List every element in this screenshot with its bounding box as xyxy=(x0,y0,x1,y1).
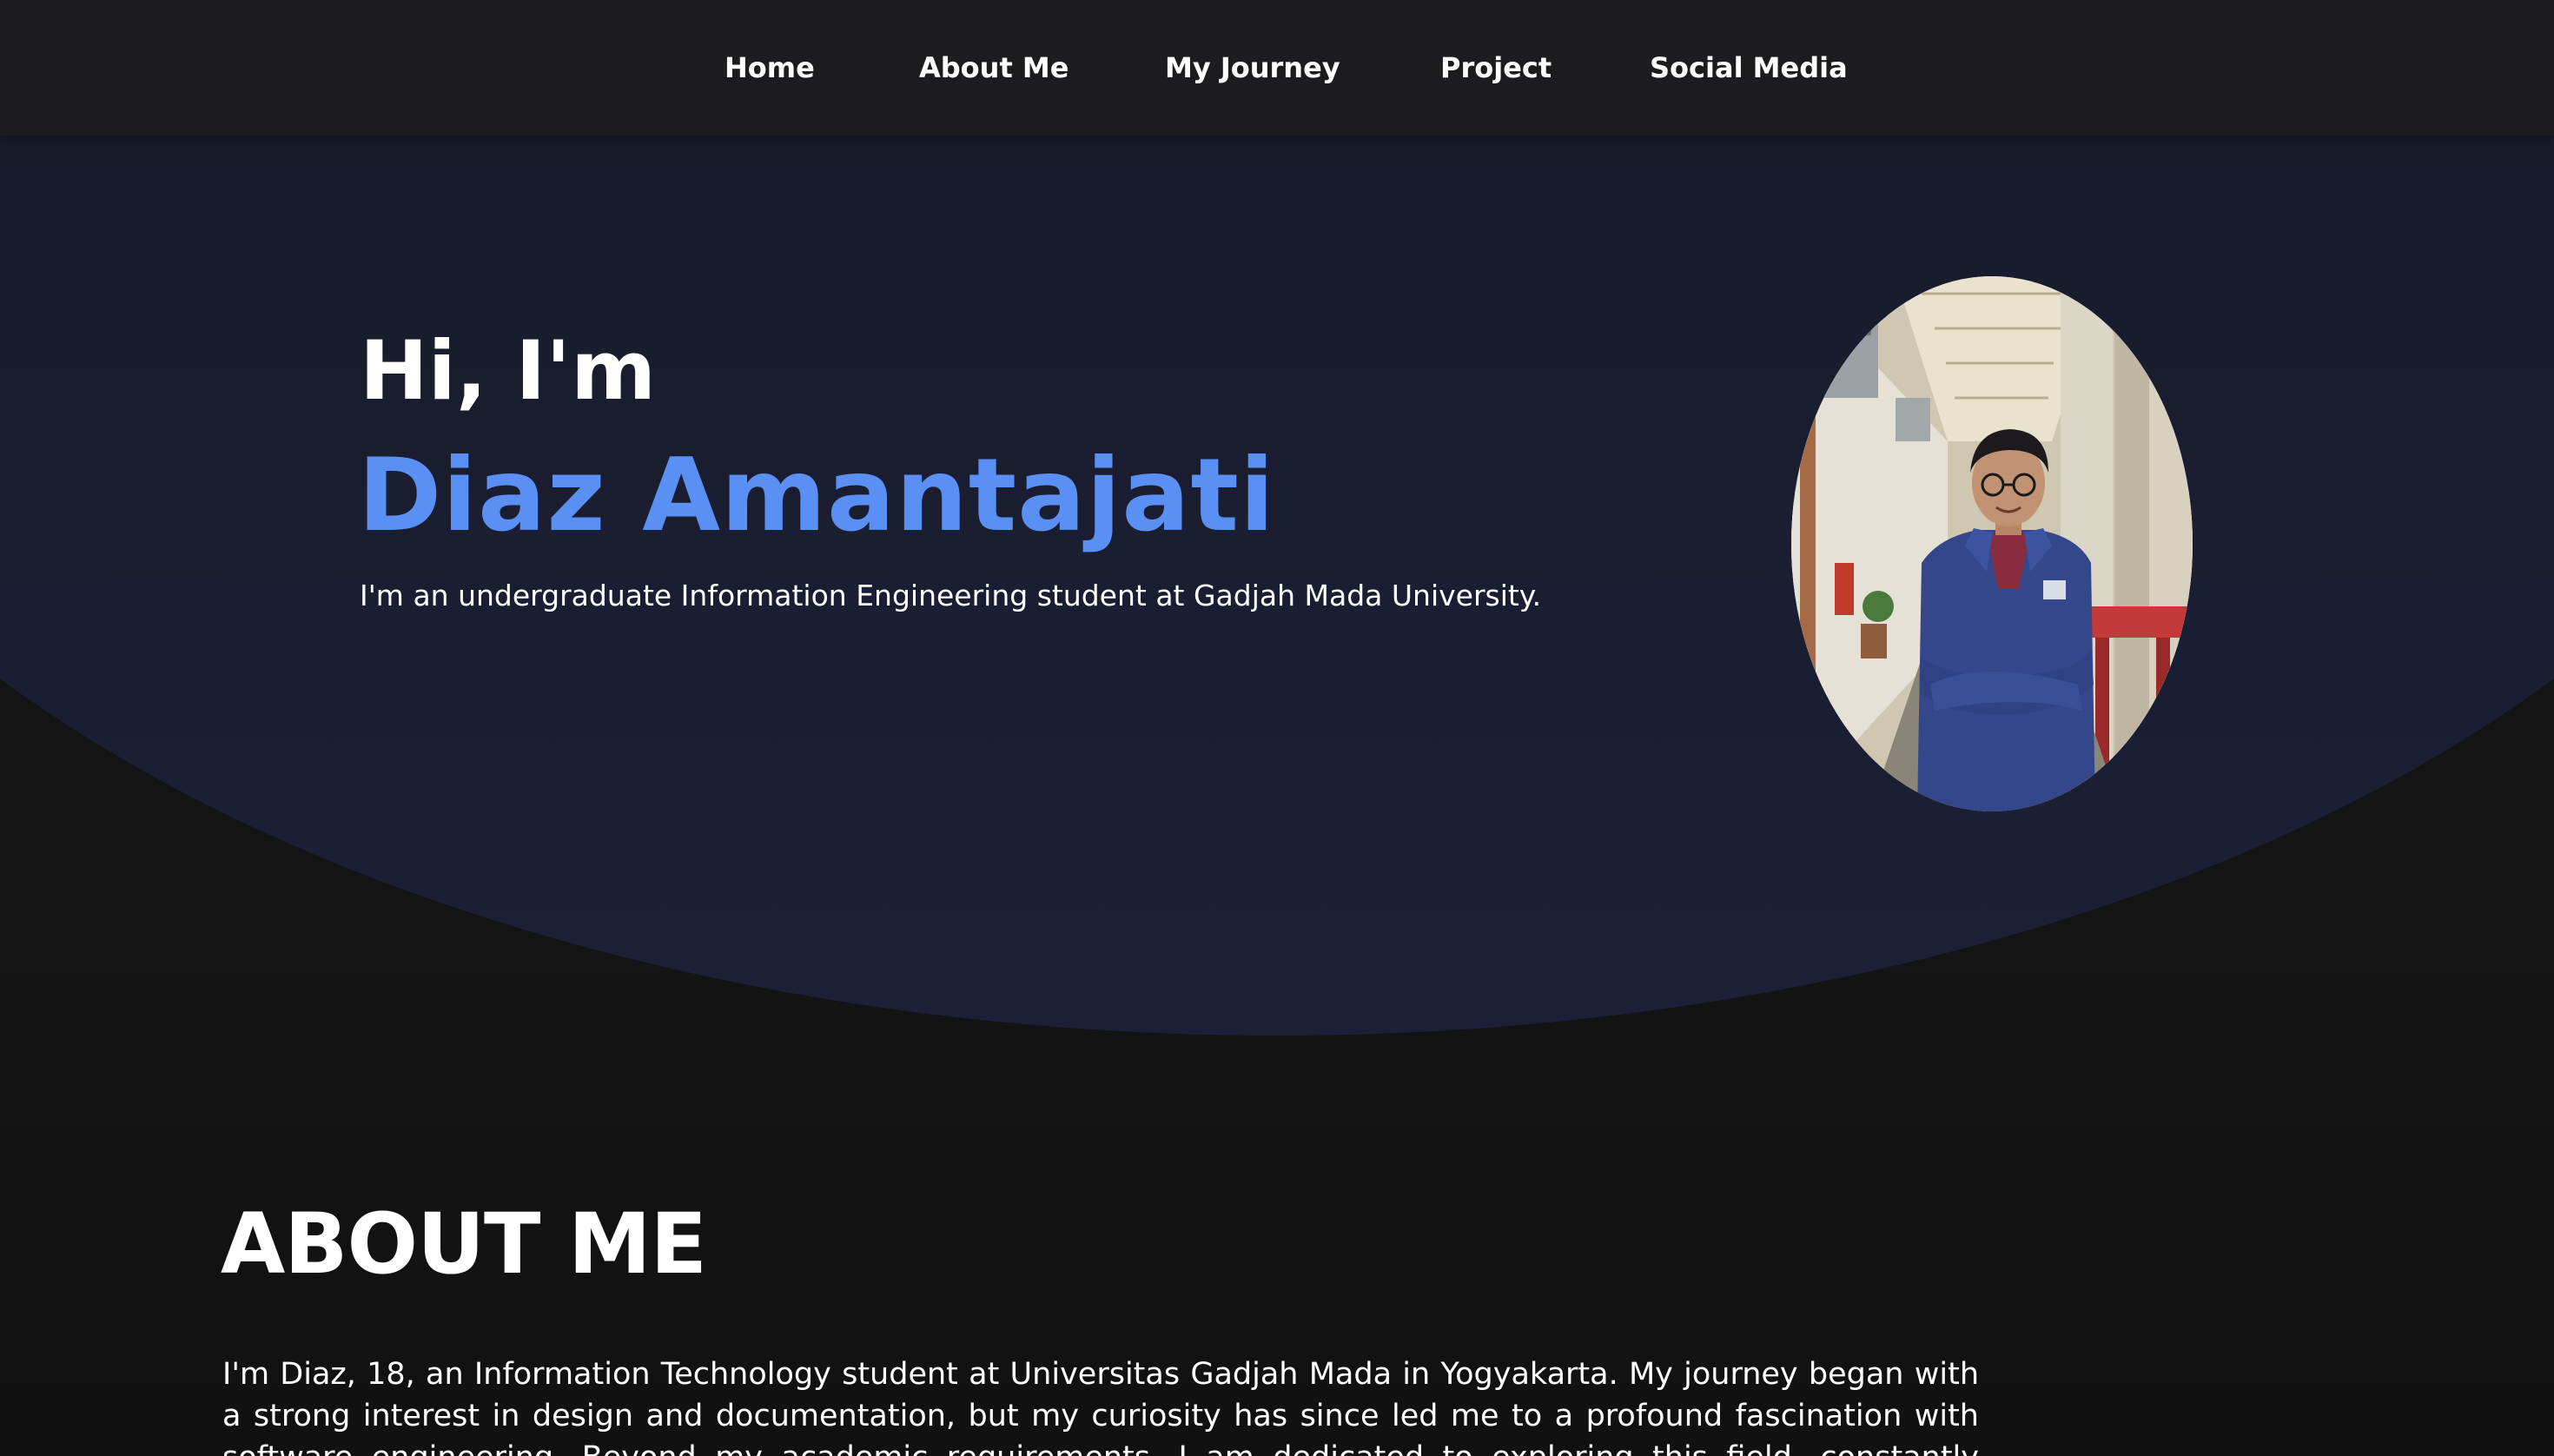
nav-link-my-journey[interactable]: My Journey xyxy=(1165,47,1340,89)
top-navbar: Home About Me My Journey Project Social … xyxy=(0,0,2554,136)
portfolio-page: Home About Me My Journey Project Social … xyxy=(0,0,2554,1456)
about-heading: ABOUT ME xyxy=(221,1195,707,1293)
nav-link-social-media[interactable]: Social Media xyxy=(1650,47,1848,89)
profile-photo xyxy=(1791,276,2193,811)
nav-link-about-me[interactable]: About Me xyxy=(919,47,1069,89)
about-body-text: I'm Diaz, 18, an Information Technology … xyxy=(222,1357,1979,1456)
nav-link-home[interactable]: Home xyxy=(725,47,815,89)
hero-name: Diaz Amantajati xyxy=(358,437,1275,554)
hero-tagline: I'm an undergraduate Information Enginee… xyxy=(360,579,1542,612)
hero-greeting: Hi, I'm xyxy=(360,324,657,419)
nav-link-project[interactable]: Project xyxy=(1440,47,1552,89)
profile-photo-image xyxy=(1791,276,2193,811)
